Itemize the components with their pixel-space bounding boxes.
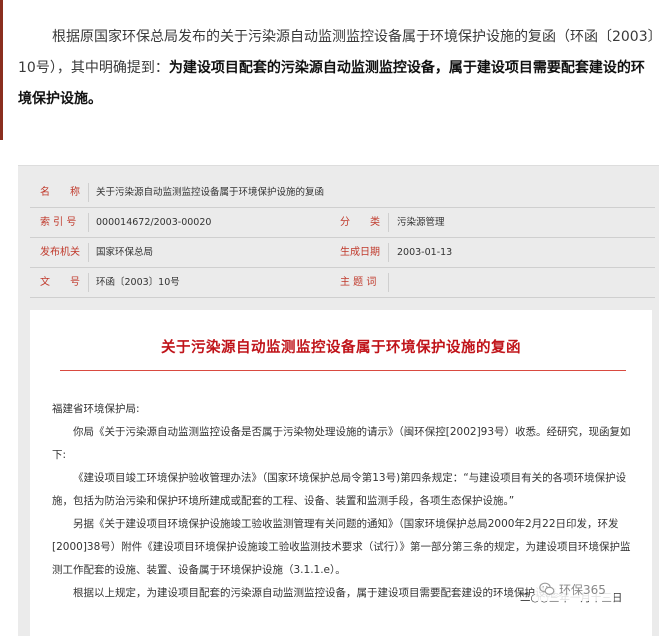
salutation: 福建省环境保护局: [52,403,140,415]
meta-index-label: 索 引 号 [40,217,77,228]
meta-row-docno: 文 号 环函〔2003〕10号 主 题 词 [30,268,655,298]
watermark-text: 环保365 [559,582,606,597]
meta-docno-value: 环函〔2003〕10号 [96,277,180,288]
meta-separator [88,273,89,292]
meta-docno-label: 文 号 [40,277,80,288]
watermark: 环保365 [535,577,614,601]
left-accent-bar [0,0,3,140]
meta-issuer-value: 国家环保总局 [96,247,154,258]
meta-date-label: 生成日期 [340,247,380,258]
document-screenshot: 名 称 关于污染源自动监测监控设备属于环境保护设施的复函 索 引 号 00001… [18,165,659,640]
document-body: 福建省环境保护局: 你局《关于污染源自动监测监控设备是否属于污染物处理设施的请示… [52,398,634,605]
meta-separator [88,183,89,202]
meta-row-index: 索 引 号 000014672/2003-00020 分 类 污染源管理 [30,208,655,238]
meta-keywords-label: 主 题 词 [340,277,377,288]
meta-separator [388,243,389,262]
meta-row-name: 名 称 关于污染源自动监测监控设备属于环境保护设施的复函 [30,178,655,208]
body-paragraph: 你局《关于污染源自动监测监控设备是否属于污染物处理设施的请示》（闽环保控[200… [52,426,631,461]
document-title: 关于污染源自动监测监控设备属于环境保护设施的复函 [161,340,521,356]
wechat-icon [539,582,555,595]
meta-date-value: 2003-01-13 [397,247,453,258]
document-metadata-table: 名 称 关于污染源自动监测监控设备属于环境保护设施的复函 索 引 号 00001… [30,178,655,298]
body-paragraph: 另据《关于建设项目环境保护设施竣工验收监测管理有关问题的通知》（国家环境保护总局… [52,518,631,576]
meta-separator [388,273,389,292]
meta-issuer-label: 发布机关 [40,247,80,258]
meta-name-label: 名 称 [40,187,80,198]
body-paragraph: 《建设项目竣工环境保护验收管理办法》（国家环境保护总局令第13号)第四条规定：“… [52,472,627,507]
meta-separator [88,243,89,262]
meta-row-issuer: 发布机关 国家环保总局 生成日期 2003-01-13 [30,238,655,268]
meta-name-value: 关于污染源自动监测监控设备属于环境保护设施的复函 [96,187,325,198]
meta-separator [388,213,389,232]
intro-paragraph: 根据原国家环保总局发布的关于污染源自动监测监控设备属于环境保护设施的复函（环函〔… [18,22,658,115]
meta-separator [88,213,89,232]
meta-index-value: 000014672/2003-00020 [96,217,212,228]
meta-category-value: 污染源管理 [397,217,445,228]
title-divider [60,370,626,371]
meta-category-label: 分 类 [340,217,380,228]
